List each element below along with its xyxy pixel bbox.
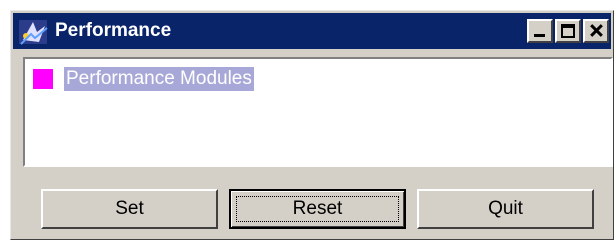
- window-title: Performance: [55, 20, 172, 41]
- reset-button-label: Reset: [292, 198, 343, 219]
- list-item-label: Performance Modules: [64, 67, 254, 91]
- quit-button-label: Quit: [488, 198, 523, 219]
- set-button[interactable]: Set: [41, 189, 218, 229]
- close-button[interactable]: [583, 19, 609, 43]
- quit-button[interactable]: Quit: [417, 189, 594, 229]
- minimize-button[interactable]: [527, 19, 553, 43]
- modules-list[interactable]: Performance Modules: [23, 57, 613, 167]
- reset-button[interactable]: Reset: [229, 189, 406, 229]
- list-item[interactable]: Performance Modules: [33, 67, 254, 91]
- set-button-label: Set: [115, 198, 144, 219]
- performance-window: Performance Performance Modules Set Rese…: [10, 10, 614, 240]
- maximize-button[interactable]: [555, 19, 581, 43]
- app-icon[interactable]: [17, 14, 51, 48]
- title-bar[interactable]: Performance: [13, 13, 611, 49]
- color-swatch-icon: [33, 69, 53, 89]
- title-buttons: [525, 19, 609, 43]
